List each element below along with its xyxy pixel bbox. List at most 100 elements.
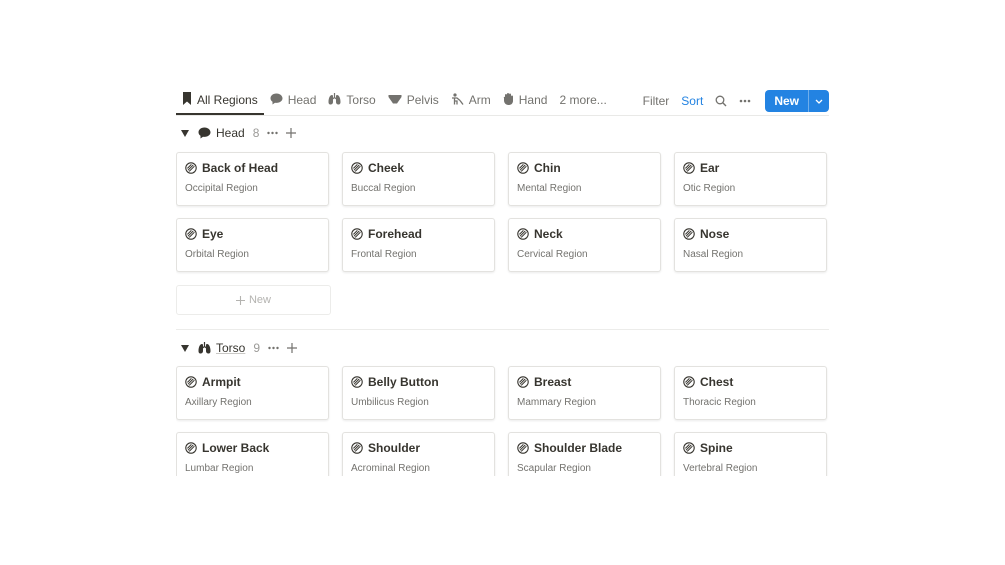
card-subtitle: Cervical Region — [517, 249, 588, 260]
card-title-text: Lower Back — [202, 441, 270, 455]
search-icon[interactable] — [715, 95, 727, 107]
group-options-icon[interactable] — [267, 131, 279, 135]
card-subtitle: Mammary Region — [517, 397, 596, 408]
region-icon — [517, 228, 534, 240]
card-title-text: Neck — [534, 227, 563, 241]
lungs-icon — [198, 342, 211, 354]
group-name: Head — [216, 126, 245, 140]
tab-hand[interactable]: Hand — [497, 86, 554, 114]
card-title: Cheek — [351, 161, 404, 175]
card-title-text: Spine — [700, 441, 733, 455]
chevron-down-icon[interactable] — [808, 90, 829, 112]
card-title: Spine — [683, 441, 733, 455]
collapse-caret-icon[interactable] — [176, 129, 194, 137]
card-title: Ear — [683, 161, 719, 175]
group-count: 8 — [252, 126, 260, 140]
region-icon — [185, 376, 202, 388]
region-card[interactable]: Neck Cervical Region — [508, 218, 661, 272]
card-title-text: Breast — [534, 375, 572, 389]
region-card[interactable]: Shoulder Acrominal Region — [342, 432, 495, 476]
filter-button[interactable]: Filter — [643, 94, 670, 108]
tab-label: Arm — [468, 93, 491, 107]
card-title-text: Shoulder — [368, 441, 421, 455]
new-button[interactable]: New — [765, 90, 808, 112]
tab-pelvis[interactable]: Pelvis — [382, 86, 445, 114]
region-card[interactable]: Breast Mammary Region — [508, 366, 661, 420]
board-view: All Regions Head Torso Pelvis Arm Hand 2… — [176, 86, 829, 476]
region-icon — [517, 162, 534, 174]
group-options-icon[interactable] — [268, 346, 279, 350]
collapse-caret-icon[interactable] — [176, 344, 194, 352]
card-title: Belly Button — [351, 375, 439, 389]
head-icon — [198, 127, 211, 139]
card-subtitle: Lumbar Region — [185, 463, 254, 474]
card-title-text: Nose — [700, 227, 730, 241]
card-title-text: Armpit — [202, 375, 241, 389]
group-header-head: Head 8 — [176, 122, 304, 144]
region-card[interactable]: Chest Thoracic Region — [674, 366, 827, 420]
group-name: Torso — [216, 341, 246, 355]
tab-label: Torso — [346, 93, 376, 107]
add-card-icon[interactable] — [287, 343, 298, 353]
region-card[interactable]: Eye Orbital Region — [176, 218, 329, 272]
region-icon — [351, 376, 368, 388]
more-options-icon[interactable] — [739, 99, 751, 103]
tab-arm[interactable]: Arm — [445, 86, 497, 114]
tab-all-regions[interactable]: All Regions — [176, 86, 264, 115]
region-card[interactable]: Belly Button Umbilicus Region — [342, 366, 495, 420]
add-card-icon[interactable] — [286, 128, 297, 138]
region-icon — [351, 442, 368, 454]
tab-label: 2 more... — [559, 93, 607, 107]
region-card[interactable]: Lower Back Lumbar Region — [176, 432, 329, 476]
card-subtitle: Buccal Region — [351, 183, 416, 194]
card-title: Neck — [517, 227, 563, 241]
region-card[interactable]: Spine Vertebral Region — [674, 432, 827, 476]
card-title-text: Ear — [700, 161, 720, 175]
region-icon — [185, 162, 202, 174]
new-card-button[interactable]: New — [176, 285, 331, 315]
card-title-text: Cheek — [368, 161, 405, 175]
card-title: Eye — [185, 227, 223, 241]
card-subtitle: Otic Region — [683, 183, 736, 194]
region-icon — [683, 228, 700, 240]
tab-more[interactable]: 2 more... — [553, 86, 612, 114]
card-subtitle: Vertebral Region — [683, 463, 758, 474]
hand-icon — [503, 92, 519, 108]
region-icon — [683, 442, 700, 454]
region-card[interactable]: Ear Otic Region — [674, 152, 827, 206]
card-title-text: Belly Button — [368, 375, 439, 389]
card-title-text: Forehead — [368, 227, 423, 241]
sort-button[interactable]: Sort — [681, 94, 703, 108]
region-card[interactable]: Armpit Axillary Region — [176, 366, 329, 420]
region-icon — [517, 442, 534, 454]
card-subtitle: Acrominal Region — [351, 463, 430, 474]
tab-head[interactable]: Head — [264, 86, 323, 114]
region-icon — [683, 376, 700, 388]
card-title: Shoulder Blade — [517, 441, 622, 455]
card-title-text: Eye — [202, 227, 224, 241]
card-subtitle: Nasal Region — [683, 249, 744, 260]
region-card[interactable]: Back of Head Occipital Region — [176, 152, 329, 206]
card-title: Forehead — [351, 227, 422, 241]
plus-icon — [235, 295, 245, 305]
card-title-text: Chin — [534, 161, 561, 175]
region-icon — [351, 228, 368, 240]
card-title: Armpit — [185, 375, 241, 389]
lungs-icon — [328, 92, 346, 108]
tab-torso[interactable]: Torso — [322, 86, 381, 114]
card-subtitle: Occipital Region — [185, 183, 258, 194]
region-card[interactable]: Forehead Frontal Region — [342, 218, 495, 272]
card-title-text: Back of Head — [202, 161, 279, 175]
card-subtitle: Scapular Region — [517, 463, 591, 474]
card-title: Shoulder — [351, 441, 420, 455]
region-card[interactable]: Chin Mental Region — [508, 152, 661, 206]
card-title: Nose — [683, 227, 729, 241]
bookmark-icon — [182, 91, 197, 108]
region-icon — [517, 376, 534, 388]
card-subtitle: Umbilicus Region — [351, 397, 429, 408]
region-icon — [185, 442, 202, 454]
region-card[interactable]: Nose Nasal Region — [674, 218, 827, 272]
tab-label: Head — [287, 93, 317, 107]
region-card[interactable]: Shoulder Blade Scapular Region — [508, 432, 661, 476]
region-card[interactable]: Cheek Buccal Region — [342, 152, 495, 206]
